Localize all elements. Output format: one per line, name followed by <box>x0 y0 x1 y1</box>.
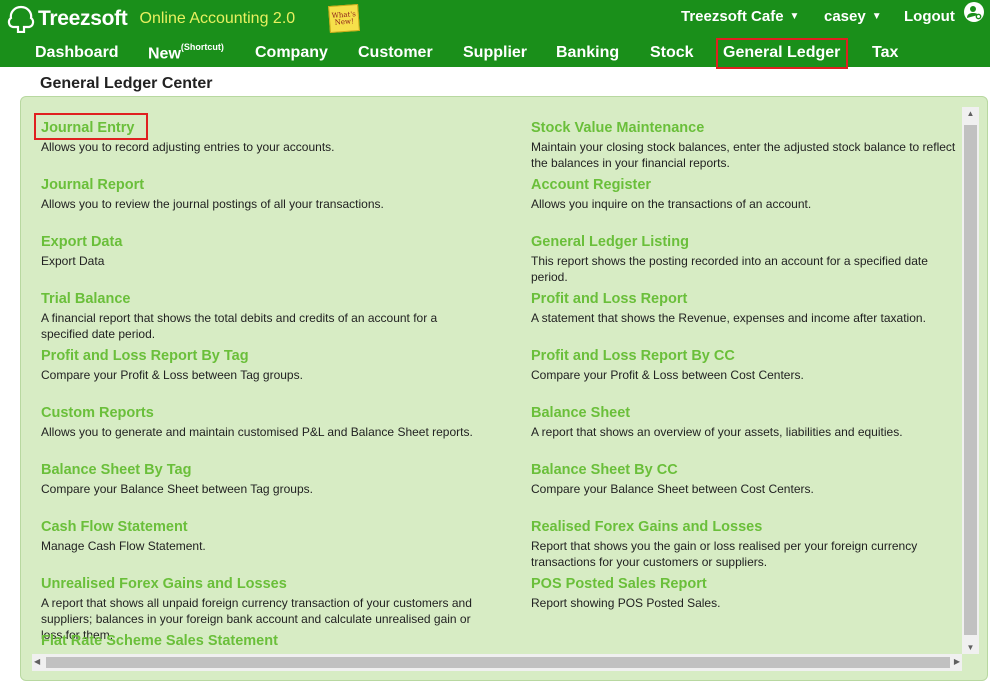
flat-rate-scheme-link[interactable]: Flat Rate Scheme Sales Statement <box>41 632 481 651</box>
brand-name: Treezsoft <box>38 7 128 30</box>
realised-forex-link[interactable]: Realised Forex Gains and Losses <box>531 518 963 537</box>
profit-loss-report-link[interactable]: Profit and Loss Report <box>531 290 963 309</box>
nav-label: Stock <box>650 44 694 61</box>
horizontal-scroll-thumb[interactable] <box>46 657 950 668</box>
list-item: Journal Report Allows you to review the … <box>41 176 481 212</box>
list-item: Balance Sheet A report that shows an ove… <box>531 404 963 440</box>
export-data-link[interactable]: Export Data <box>41 233 481 252</box>
list-item: Balance Sheet By Tag Compare your Balanc… <box>41 461 481 497</box>
brand-subtitle: Online Accounting 2.0 <box>139 10 296 27</box>
vertical-scrollbar[interactable]: ▲ ▼ <box>962 107 979 654</box>
item-description: Allows you to record adjusting entries t… <box>41 140 335 154</box>
nav-new-shortcut[interactable]: New(Shortcut) <box>148 42 224 63</box>
list-item: Balance Sheet By CC Compare your Balance… <box>531 461 963 497</box>
whats-new-badge[interactable]: What's New! <box>328 3 360 34</box>
user-gear-icon-glyph <box>967 6 982 20</box>
nav-label: Tax <box>872 44 899 61</box>
balance-sheet-by-cc-link[interactable]: Balance Sheet By CC <box>531 461 963 480</box>
company-switcher[interactable]: Treezsoft Cafe ▼ <box>681 8 799 25</box>
item-description: A financial report that shows the total … <box>41 311 438 341</box>
nav-label: Banking <box>556 44 620 61</box>
item-description: A report that shows an overview of your … <box>531 425 903 439</box>
balance-sheet-link[interactable]: Balance Sheet <box>531 404 963 423</box>
nav-customer[interactable]: Customer <box>358 44 433 62</box>
user-menu[interactable]: casey ▼ <box>824 8 882 25</box>
nav-sup: (Shortcut) <box>180 42 224 52</box>
company-name: Treezsoft Cafe <box>681 8 784 25</box>
chevron-down-icon: ▼ <box>871 11 882 22</box>
item-description: Report showing POS Posted Sales. <box>531 596 721 610</box>
list-item: General Ledger Listing This report shows… <box>531 233 963 285</box>
journal-report-link[interactable]: Journal Report <box>41 176 481 195</box>
user-name: casey <box>824 8 866 25</box>
list-item: Custom Reports Allows you to generate an… <box>41 404 481 440</box>
top-header: Treezsoft Online Accounting 2.0 What's N… <box>0 0 990 69</box>
item-description: Allows you to generate and maintain cust… <box>41 425 473 439</box>
brand[interactable]: Treezsoft Online Accounting 2.0 <box>6 3 295 35</box>
profit-loss-by-tag-link[interactable]: Profit and Loss Report By Tag <box>41 347 481 366</box>
nav-stock[interactable]: Stock <box>650 44 694 62</box>
nav-active-highlight <box>716 38 848 69</box>
journal-entry-highlight <box>34 113 148 140</box>
custom-reports-link[interactable]: Custom Reports <box>41 404 481 423</box>
item-description: This report shows the posting recorded i… <box>531 254 928 284</box>
list-item: Flat Rate Scheme Sales Statement <box>41 632 481 651</box>
list-item: Account Register Allows you inquire on t… <box>531 176 963 212</box>
list-item: POS Posted Sales Report Report showing P… <box>531 575 963 611</box>
item-description: Compare your Balance Sheet between Tag g… <box>41 482 313 496</box>
balance-sheet-by-tag-link[interactable]: Balance Sheet By Tag <box>41 461 481 480</box>
page-title: General Ledger Center <box>40 75 213 92</box>
list-item: Cash Flow Statement Manage Cash Flow Sta… <box>41 518 481 554</box>
list-item: Stock Value Maintenance Maintain your cl… <box>531 119 963 171</box>
list-item: Export Data Export Data <box>41 233 481 269</box>
nav-label: New <box>148 45 181 63</box>
cash-flow-statement-link[interactable]: Cash Flow Statement <box>41 518 481 537</box>
item-description: Allows you inquire on the transactions o… <box>531 197 812 211</box>
unrealised-forex-link[interactable]: Unrealised Forex Gains and Losses <box>41 575 481 594</box>
main-nav: Dashboard New(Shortcut) Company Customer… <box>0 38 990 69</box>
nav-tax[interactable]: Tax <box>872 44 898 62</box>
nav-label: Company <box>255 44 328 61</box>
horizontal-scrollbar[interactable]: ◀ ▶ <box>32 654 962 671</box>
item-description: Maintain your closing stock balances, en… <box>531 140 956 170</box>
nav-dashboard[interactable]: Dashboard <box>35 44 119 62</box>
general-ledger-listing-link[interactable]: General Ledger Listing <box>531 233 963 252</box>
nav-label: Customer <box>358 44 433 61</box>
trial-balance-link[interactable]: Trial Balance <box>41 290 481 309</box>
item-description: Export Data <box>41 254 105 268</box>
item-description: A statement that shows the Revenue, expe… <box>531 311 926 325</box>
scroll-right-icon[interactable]: ▶ <box>954 657 960 666</box>
scroll-up-icon[interactable]: ▲ <box>962 109 979 118</box>
item-description: Allows you to review the journal posting… <box>41 197 384 211</box>
profit-loss-by-cc-link[interactable]: Profit and Loss Report By CC <box>531 347 963 366</box>
chevron-down-icon: ▼ <box>789 11 800 22</box>
list-item: Profit and Loss Report By Tag Compare yo… <box>41 347 481 383</box>
vertical-scroll-thumb[interactable] <box>964 125 977 635</box>
item-description: Report that shows you the gain or loss r… <box>531 539 918 569</box>
list-item: Profit and Loss Report By CC Compare you… <box>531 347 963 383</box>
scroll-down-icon[interactable]: ▼ <box>962 643 979 652</box>
list-item: Trial Balance A financial report that sh… <box>41 290 481 342</box>
logout-link[interactable]: Logout <box>904 8 955 25</box>
item-description: Compare your Profit & Loss between Tag g… <box>41 368 303 382</box>
list-item: Profit and Loss Report A statement that … <box>531 290 963 326</box>
list-item: Realised Forex Gains and Losses Report t… <box>531 518 963 570</box>
stock-value-maintenance-link[interactable]: Stock Value Maintenance <box>531 119 963 138</box>
nav-supplier[interactable]: Supplier <box>463 44 527 62</box>
item-description: Manage Cash Flow Statement. <box>41 539 206 553</box>
pos-posted-sales-link[interactable]: POS Posted Sales Report <box>531 575 963 594</box>
tree-logo-icon <box>7 5 35 33</box>
nav-label: Supplier <box>463 44 528 61</box>
item-description: Compare your Balance Sheet between Cost … <box>531 482 814 496</box>
nav-banking[interactable]: Banking <box>556 44 619 62</box>
account-register-link[interactable]: Account Register <box>531 176 963 195</box>
user-gear-icon[interactable] <box>964 2 984 22</box>
scroll-left-icon[interactable]: ◀ <box>34 657 40 666</box>
nav-company[interactable]: Company <box>255 44 328 62</box>
nav-label: Dashboard <box>35 44 119 61</box>
item-description: Compare your Profit & Loss between Cost … <box>531 368 804 382</box>
